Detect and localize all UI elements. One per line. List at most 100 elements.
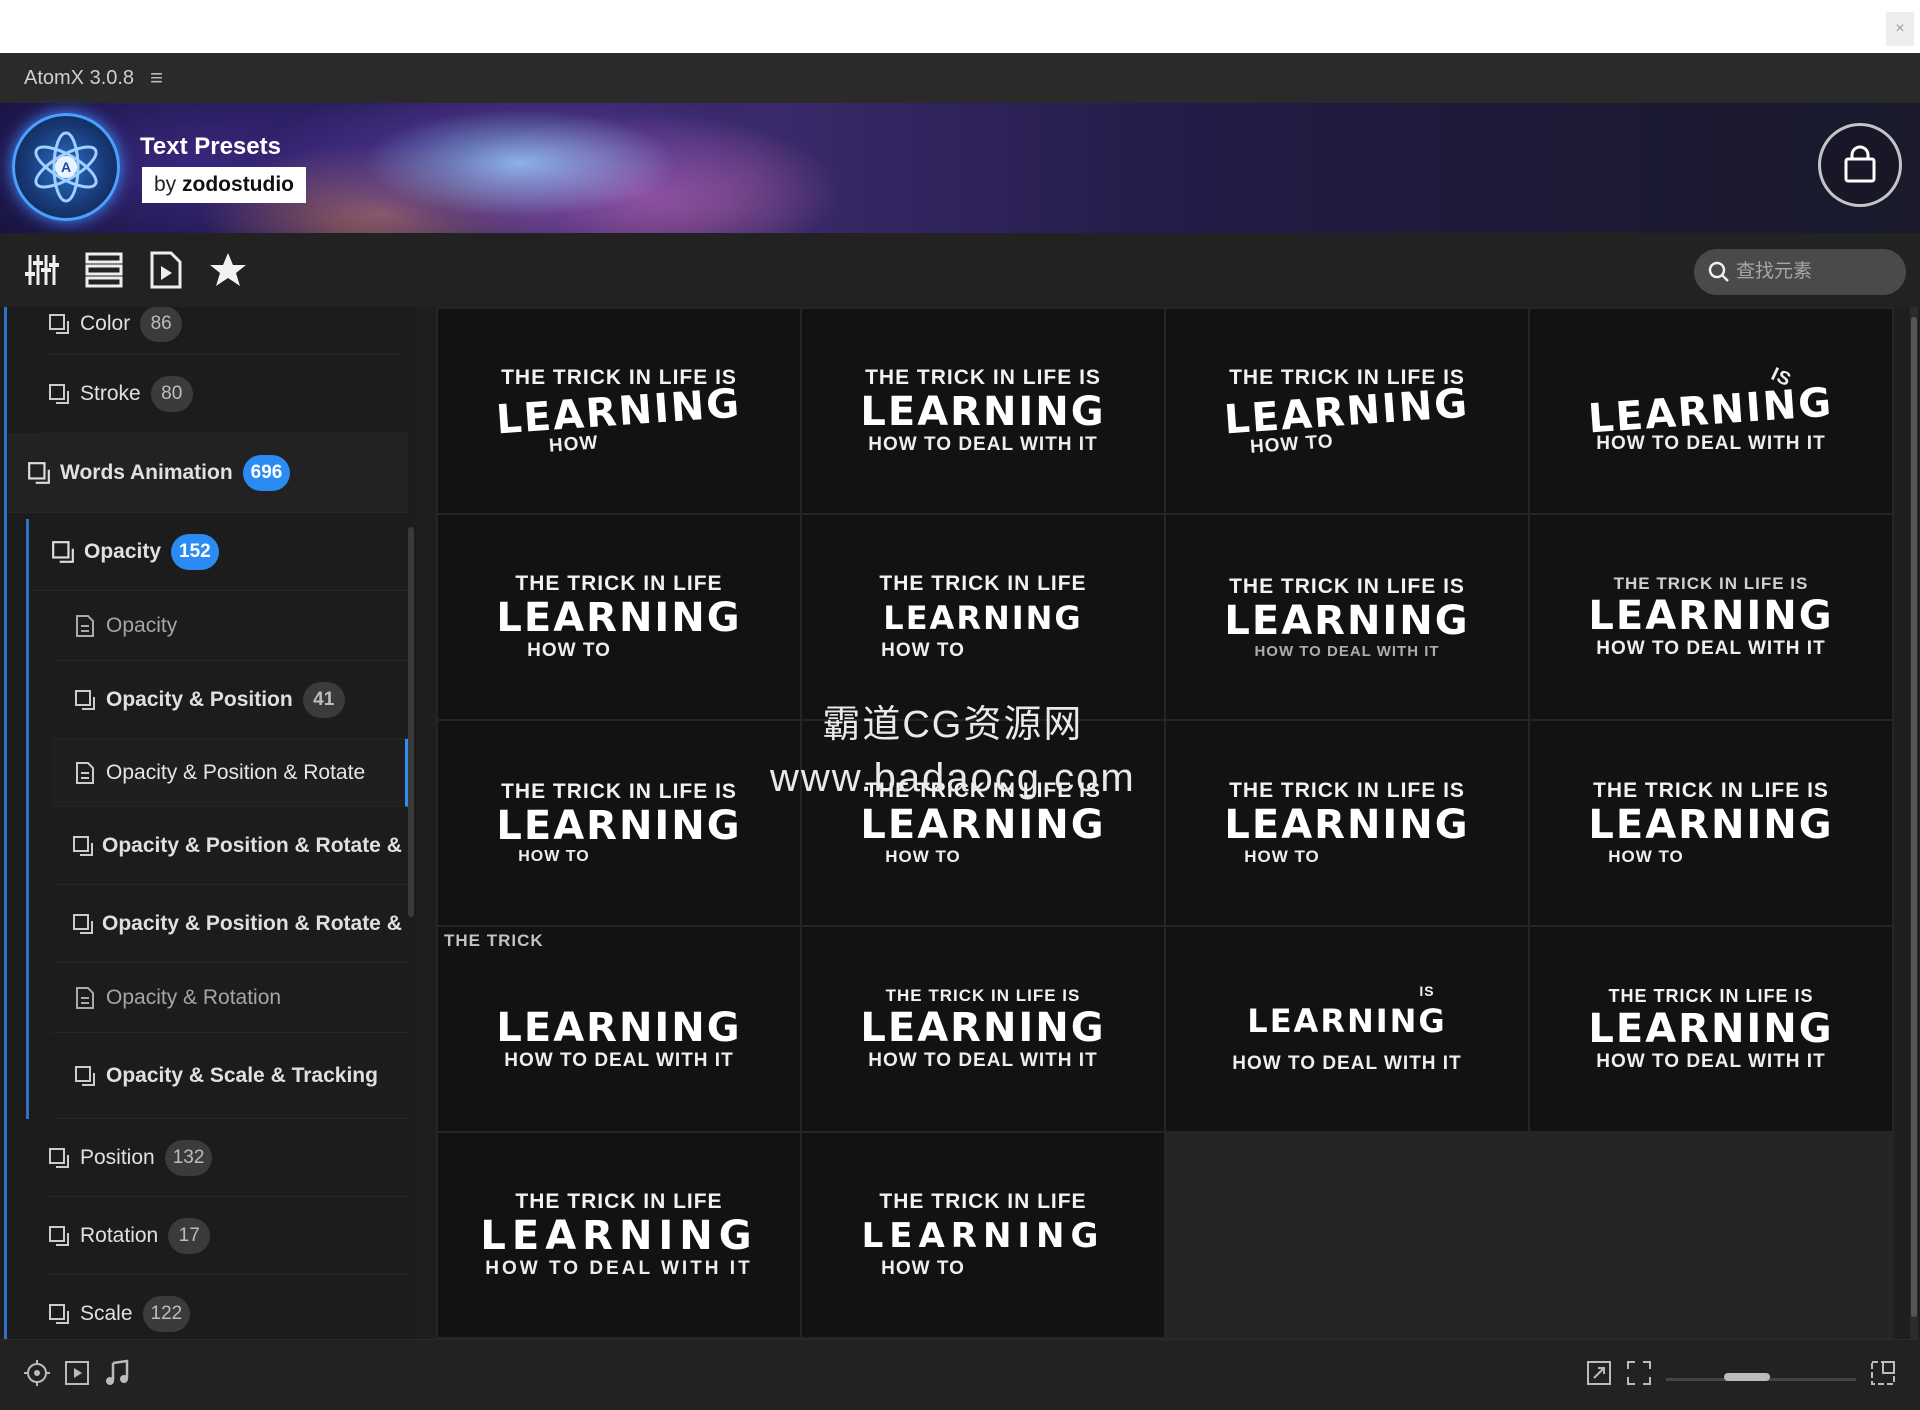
tile-line3: HOW TO DEAL WITH IT bbox=[868, 434, 1098, 455]
sidebar-item-opacity-rotation[interactable]: Opacity & Rotation bbox=[52, 963, 408, 1033]
sidebar-item-label: Color bbox=[80, 311, 131, 335]
tile-line1: THE TRICK IN LIFE IS bbox=[501, 780, 737, 803]
sidebar-item-rotation[interactable]: Rotation 17 bbox=[46, 1197, 408, 1275]
gallery-scrollbar[interactable] bbox=[1910, 307, 1918, 1339]
music-note-icon[interactable] bbox=[102, 1358, 132, 1388]
fullscreen-icon[interactable] bbox=[1624, 1358, 1654, 1388]
hamburger-icon[interactable]: ≡ bbox=[150, 65, 163, 91]
tile-line2: LEARNING bbox=[1224, 597, 1470, 644]
tile-line2: LEARNING bbox=[1223, 380, 1471, 444]
preset-tile[interactable]: THE TRICK IN LIFE IS LEARNING HOW TO bbox=[438, 721, 800, 925]
preset-tile[interactable]: THE TRICK IN LIFE IS LEARNING HOW TO DEA… bbox=[1530, 927, 1892, 1131]
sidebar-item-opacity-group[interactable]: Opacity 152 bbox=[30, 513, 408, 591]
sidebar-item-label: Opacity & Position & Rotate bbox=[106, 760, 366, 784]
watermark-cn: 霸道CG资源网 bbox=[822, 704, 1084, 746]
sidebar-item-opacity-position-rotate[interactable]: Opacity & Position & Rotate bbox=[52, 739, 408, 807]
preset-tile[interactable]: THE TRICK IN LIFE IS LEARNING HOW TO DEA… bbox=[1166, 515, 1528, 719]
scrollbar-thumb[interactable] bbox=[1911, 317, 1917, 1317]
preset-tile[interactable]: THE TRICK IN LIFE LEARNING HOW TO bbox=[438, 515, 800, 719]
play-box-icon[interactable] bbox=[62, 1358, 92, 1388]
count-badge: 41 bbox=[302, 681, 345, 718]
tile-line1: THE TRICK IN LIFE IS bbox=[1613, 574, 1809, 593]
preset-tile[interactable]: IS LEARNING HOW TO DEAL WITH IT bbox=[1166, 927, 1528, 1131]
preset-tile[interactable]: THE TRICK IN LIFE IS LEARNING HOW TO DEA… bbox=[1530, 515, 1892, 719]
preset-tile[interactable]: THE TRICK IN LIFE IS LEARNING HOW TO bbox=[1166, 309, 1528, 513]
author-badge[interactable]: by zodostudio bbox=[142, 167, 307, 203]
tile-fragment: HOW TO bbox=[1608, 847, 1684, 866]
tile-line2: LEARNING bbox=[860, 389, 1106, 435]
list-icon[interactable] bbox=[82, 248, 126, 292]
search-box[interactable] bbox=[1694, 249, 1906, 295]
target-icon[interactable] bbox=[22, 1358, 52, 1388]
count-badge: 132 bbox=[164, 1139, 213, 1176]
search-input[interactable] bbox=[1736, 261, 1896, 283]
count-badge: 152 bbox=[171, 533, 219, 570]
sidebar-item-label: Opacity & Position & Rotate & ... bbox=[102, 833, 408, 857]
sidebar-item-color[interactable]: Color 86 bbox=[46, 307, 404, 355]
tile-fragment: HOW TO bbox=[518, 848, 590, 865]
sidebar-item-opacity-scale-tracking[interactable]: Opacity & Scale & Tracking bbox=[52, 1033, 408, 1119]
preset-tile[interactable]: THE TRICK LEARNING HOW TO DEAL WITH IT bbox=[438, 927, 800, 1131]
sidebar-item-label: Position bbox=[80, 1145, 155, 1169]
sidebar-item-opacity[interactable]: Opacity bbox=[52, 591, 408, 661]
shopping-bag-button[interactable] bbox=[1818, 123, 1902, 207]
tile-line3: HOW TO DEAL WITH IT bbox=[485, 1258, 753, 1279]
tile-fragment: THE TRICK bbox=[444, 931, 544, 950]
sidebar-item-words-animation[interactable]: Words Animation 696 bbox=[8, 433, 408, 513]
preset-tile[interactable]: THE TRICK IN LIFE LEARNING HOW TO DEAL W… bbox=[438, 1133, 800, 1337]
search-icon bbox=[1708, 261, 1729, 282]
sidebar-item-label: Rotation bbox=[80, 1223, 159, 1247]
preset-tile[interactable]: THE TRICK IN LIFE IS LEARNING HOW bbox=[438, 309, 800, 513]
folder-link-icon bbox=[46, 1145, 72, 1171]
expand-icon[interactable] bbox=[1584, 1358, 1614, 1388]
folder-link-icon bbox=[46, 1301, 72, 1327]
tile-line1: THE TRICK IN LIFE bbox=[515, 572, 723, 595]
sidebar-item-label: Opacity bbox=[106, 613, 178, 637]
preset-tile[interactable]: THE TRICK IN LIFE IS LEARNING HOW TO bbox=[1166, 721, 1528, 925]
count-badge: 80 bbox=[150, 375, 193, 412]
tile-fragment: IS bbox=[1419, 983, 1435, 999]
tile-line3: HOW TO DEAL WITH IT bbox=[1596, 1050, 1826, 1072]
tile-line2: LEARNING bbox=[861, 1216, 1105, 1256]
tile-fragment: HOW TO bbox=[881, 640, 965, 661]
zoom-slider-thumb[interactable] bbox=[1724, 1373, 1770, 1381]
tile-fragment: HOW TO bbox=[1249, 431, 1335, 458]
sidebar-item-opacity-position[interactable]: Opacity & Position 41 bbox=[52, 661, 408, 739]
tile-line2: LEARNING bbox=[1224, 802, 1470, 848]
preset-tile[interactable]: THE TRICK IN LIFE IS LEARNING HOW TO DEA… bbox=[802, 309, 1164, 513]
toolbar bbox=[0, 233, 1920, 307]
banner-title: Text Presets bbox=[140, 133, 281, 160]
tile-line3: HOW TO DEAL WITH IT bbox=[868, 1050, 1098, 1071]
preset-tile[interactable]: THE TRICK IN LIFE IS LEARNING HOW TO bbox=[1530, 721, 1892, 925]
count-badge: 122 bbox=[142, 1295, 191, 1332]
preset-gallery: THE TRICK IN LIFE IS LEARNING HOW THE TR… bbox=[436, 307, 1894, 1339]
tile-line2: LEARNING bbox=[860, 802, 1106, 848]
sidebar-item-scale[interactable]: Scale 122 bbox=[46, 1275, 408, 1339]
sidebar-item-label: Opacity bbox=[84, 539, 162, 563]
sidebar-item-stroke[interactable]: Stroke 80 bbox=[46, 355, 404, 433]
close-icon[interactable]: × bbox=[1886, 12, 1914, 46]
document-icon bbox=[72, 613, 98, 639]
tile-fragment: HOW TO bbox=[881, 1258, 965, 1279]
folder-link-icon bbox=[72, 687, 98, 713]
sidebar-scrollbar[interactable] bbox=[408, 527, 414, 917]
host-window-strip: × bbox=[0, 0, 1920, 53]
preset-tile[interactable]: THE TRICK IN LIFE LEARNING HOW TO bbox=[802, 515, 1164, 719]
sidebar-item-position[interactable]: Position 132 bbox=[46, 1119, 408, 1197]
folder-link-icon bbox=[72, 911, 94, 937]
window-icon[interactable] bbox=[1868, 1358, 1898, 1388]
atom-logo-icon: A bbox=[12, 113, 120, 221]
preset-tile[interactable]: THE TRICK IN LIFE LEARNING HOW TO bbox=[802, 1133, 1164, 1337]
sliders-icon[interactable] bbox=[20, 248, 64, 292]
tile-line1: THE TRICK IN LIFE IS bbox=[885, 986, 1081, 1005]
tile-line1: THE TRICK IN LIFE IS bbox=[1229, 779, 1465, 802]
sidebar-item-opacity-position-rotate-a[interactable]: Opacity & Position & Rotate & ... bbox=[52, 807, 408, 885]
tile-line2: LEARNING bbox=[1247, 1002, 1447, 1040]
document-icon bbox=[72, 985, 98, 1011]
preset-tile[interactable]: THE TRICK IN LIFE IS LEARNING HOW TO DEA… bbox=[802, 927, 1164, 1131]
author-name: zodostudio bbox=[182, 173, 295, 196]
sidebar-item-opacity-position-rotate-b[interactable]: Opacity & Position & Rotate & ... bbox=[52, 885, 408, 963]
star-icon[interactable] bbox=[206, 248, 250, 292]
preset-tile[interactable]: IS LEARNING HOW TO DEAL WITH IT bbox=[1530, 309, 1892, 513]
file-play-icon[interactable] bbox=[144, 248, 188, 292]
